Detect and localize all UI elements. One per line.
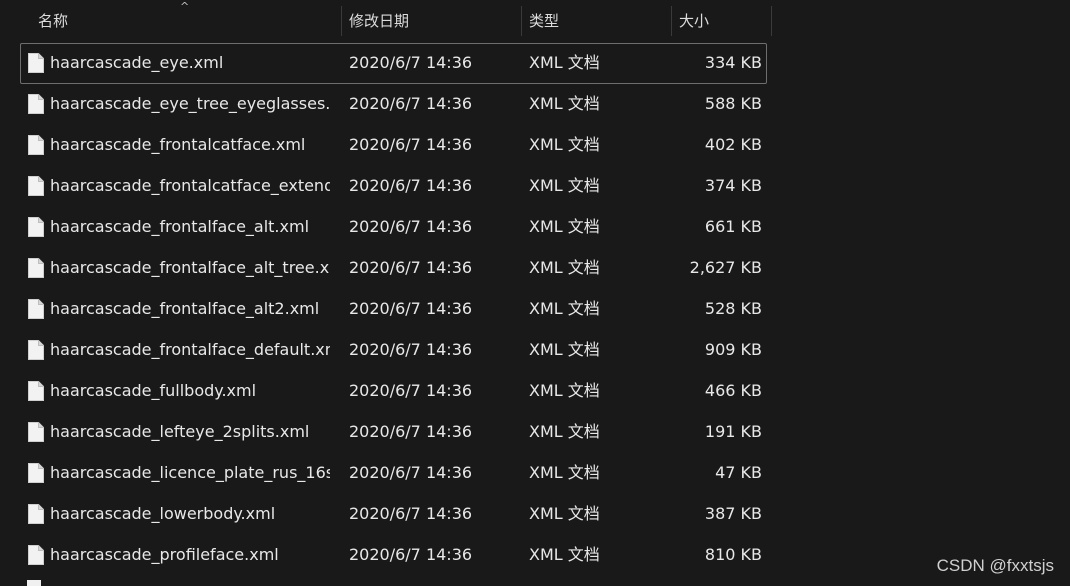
file-row[interactable]: haarcascade_eye.xml 2020/6/7 14:36 XML 文档 3… (20, 43, 767, 84)
file-type: XML 文档 (529, 53, 600, 72)
file-name: haarcascade_frontalcatface_extende... (50, 176, 330, 195)
file-modified-date: 2020/6/7 14:36 (349, 381, 473, 400)
file-type: XML 文档 (529, 258, 600, 277)
file-type: XML 文档 (529, 463, 600, 482)
document-icon (28, 258, 44, 278)
file-row[interactable]: haarcascade_frontalcatface.xml 2020/6/7 1… (20, 125, 767, 166)
file-modified-date: 2020/6/7 14:36 (349, 463, 473, 482)
document-icon (28, 463, 44, 483)
file-size: 47 KB (715, 463, 762, 482)
file-size: 374 KB (704, 176, 762, 195)
file-size: 387 KB (704, 504, 762, 523)
file-modified-date: 2020/6/7 14:36 (349, 176, 473, 195)
file-type: XML 文档 (529, 299, 600, 318)
file-modified-date: 2020/6/7 14:36 (349, 504, 473, 523)
file-name: haarcascade_fullbody.xml (50, 381, 257, 400)
file-size: 466 KB (704, 381, 762, 400)
file-size: 528 KB (704, 299, 762, 318)
file-modified-date: 2020/6/7 14:36 (349, 299, 473, 318)
file-type: XML 文档 (529, 135, 600, 154)
file-name: haarcascade_frontalcatface.xml (50, 135, 306, 154)
file-size: 334 KB (704, 53, 762, 72)
file-name: haarcascade_lowerbody.xml (50, 504, 276, 523)
document-icon (28, 545, 44, 565)
file-name: haarcascade_licence_plate_rus_16sta... (50, 463, 330, 482)
file-modified-date: 2020/6/7 14:36 (349, 340, 473, 359)
document-icon (28, 94, 44, 114)
file-row[interactable]: haarcascade_frontalface_alt_tree.xml 2020… (20, 248, 767, 289)
column-header-type[interactable]: 类型 (521, 0, 672, 38)
file-explorer-window: 名称 ^ 修改日期 类型 大小 haarcascade_eye.xml 2020/… (0, 0, 1070, 586)
document-icon (28, 217, 44, 237)
document-icon (28, 340, 44, 360)
document-icon (28, 422, 44, 442)
file-size: 2,627 KB (689, 258, 762, 277)
file-row[interactable]: haarcascade_profileface.xml 2020/6/7 14:3… (20, 535, 767, 576)
file-name: haarcascade_frontalface_default.xml (50, 340, 330, 359)
column-header-date[interactable]: 修改日期 (341, 0, 522, 38)
file-modified-date: 2020/6/7 14:36 (349, 53, 473, 72)
document-icon (28, 135, 44, 155)
file-size: 588 KB (704, 94, 762, 113)
file-type: XML 文档 (529, 340, 600, 359)
file-type: XML 文档 (529, 422, 600, 441)
file-size: 191 KB (704, 422, 762, 441)
file-type: XML 文档 (529, 217, 600, 236)
file-row[interactable]: haarcascade_frontalface_default.xml 2020/… (20, 330, 767, 371)
column-header-size[interactable]: 大小 (671, 0, 772, 38)
document-icon (27, 580, 41, 586)
file-name: haarcascade_frontalface_alt.xml (50, 217, 310, 236)
file-list: haarcascade_eye.xml 2020/6/7 14:36 XML 文档 3… (20, 43, 767, 576)
file-modified-date: 2020/6/7 14:36 (349, 94, 473, 113)
document-icon (28, 176, 44, 196)
file-row[interactable]: haarcascade_fullbody.xml 2020/6/7 14:36 XM… (20, 371, 767, 412)
column-header-bar: 名称 ^ 修改日期 类型 大小 (0, 0, 772, 38)
file-name: haarcascade_profileface.xml (50, 545, 279, 564)
file-row[interactable]: haarcascade_licence_plate_rus_16sta... 20… (20, 453, 767, 494)
file-row[interactable]: haarcascade_lowerbody.xml 2020/6/7 14:36 X… (20, 494, 767, 535)
sort-ascending-icon: ^ (180, 0, 190, 13)
file-type: XML 文档 (529, 381, 600, 400)
file-row[interactable]: haarcascade_frontalface_alt2.xml 2020/6/7… (20, 289, 767, 330)
file-row[interactable]: haarcascade_frontalcatface_extende... 202… (20, 166, 767, 207)
watermark: CSDN @fxxtsjs (936, 556, 1054, 575)
file-size: 402 KB (704, 135, 762, 154)
file-name: haarcascade_eye_tree_eyeglasses.xml (50, 94, 330, 113)
file-size: 810 KB (704, 545, 762, 564)
file-row[interactable]: haarcascade_eye_tree_eyeglasses.xml 2020/… (20, 84, 767, 125)
document-icon (28, 299, 44, 319)
file-name: haarcascade_frontalface_alt2.xml (50, 299, 320, 318)
column-divider[interactable] (771, 6, 772, 36)
file-type: XML 文档 (529, 176, 600, 195)
file-name: haarcascade_eye.xml (50, 53, 224, 72)
file-name: haarcascade_lefteye_2splits.xml (50, 422, 310, 441)
document-icon (28, 504, 44, 524)
file-type: XML 文档 (529, 545, 600, 564)
document-icon (28, 53, 44, 73)
file-modified-date: 2020/6/7 14:36 (349, 217, 473, 236)
file-modified-date: 2020/6/7 14:36 (349, 135, 473, 154)
file-size: 909 KB (704, 340, 762, 359)
file-row[interactable]: haarcascade_frontalface_alt.xml 2020/6/7 … (20, 207, 767, 248)
file-type: XML 文档 (529, 504, 600, 523)
file-modified-date: 2020/6/7 14:36 (349, 422, 473, 441)
file-modified-date: 2020/6/7 14:36 (349, 258, 473, 277)
file-name: haarcascade_frontalface_alt_tree.xml (50, 258, 330, 277)
file-type: XML 文档 (529, 94, 600, 113)
document-icon (28, 381, 44, 401)
file-size: 661 KB (704, 217, 762, 236)
file-modified-date: 2020/6/7 14:36 (349, 545, 473, 564)
file-row[interactable]: haarcascade_lefteye_2splits.xml 2020/6/7 … (20, 412, 767, 453)
